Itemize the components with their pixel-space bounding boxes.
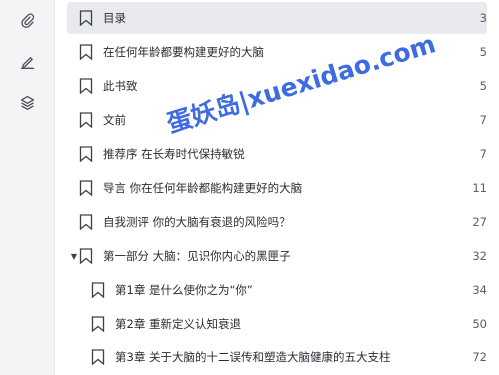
bookmark-icon[interactable] xyxy=(79,44,93,60)
annotate-button[interactable] xyxy=(12,47,42,75)
toc-item-label: 自我测评 你的大脑有衰退的风险吗？ xyxy=(103,215,291,229)
toc-item-label: 第3章 关于大脑的十二误传和塑造大脑健康的五大支柱 xyxy=(115,350,391,364)
toc-item-page: 27 xyxy=(472,215,487,229)
toc-item-page: 72 xyxy=(472,350,487,364)
bookmark-icon[interactable] xyxy=(79,112,93,128)
toc-item-page: 3 xyxy=(479,11,487,25)
toc-item-page: 5 xyxy=(479,45,487,59)
toc-subitem[interactable]: 第3章 关于大脑的十二误传和塑造大脑健康的五大支柱 72 xyxy=(67,341,487,373)
bookmark-icon[interactable] xyxy=(79,78,93,94)
table-of-contents: 目录 3 在任何年龄都要构建更好的大脑 5 此书致 5 文前 7 推荐序 在长寿… xyxy=(55,0,499,375)
toc-item-label: 第1章 是什么使你之为“你” xyxy=(115,283,253,297)
toc-item-label: 文前 xyxy=(103,113,126,127)
toc-item-label: 导言 你在任何年龄都能构建更好的大脑 xyxy=(103,181,303,195)
bookmark-icon[interactable] xyxy=(79,214,93,230)
attachment-button[interactable] xyxy=(12,6,42,34)
toc-item[interactable]: 推荐序 在长寿时代保持敏锐 7 xyxy=(67,138,487,170)
layers-icon xyxy=(20,95,34,110)
toc-item-page: 5 xyxy=(479,79,487,93)
toc-item-label: 目录 xyxy=(103,11,126,25)
toc-item-label: 第一部分 大脑：见识你内心的黑匣子 xyxy=(103,249,291,263)
bookmark-icon[interactable] xyxy=(91,316,105,332)
bookmark-icon[interactable] xyxy=(79,146,93,162)
bookmark-icon[interactable] xyxy=(79,248,93,264)
toc-item-page: 7 xyxy=(479,147,487,161)
toc-item[interactable]: 导言 你在任何年龄都能构建更好的大脑 11 xyxy=(67,172,487,204)
toc-item-page: 32 xyxy=(472,249,487,263)
toc-item-label: 推荐序 在长寿时代保持敏锐 xyxy=(103,147,245,161)
toc-item[interactable]: 自我测评 你的大脑有衰退的风险吗？ 27 xyxy=(67,206,487,238)
paperclip-icon xyxy=(20,12,34,28)
bookmark-icon[interactable] xyxy=(79,10,93,26)
toc-item-page: 34 xyxy=(472,283,487,297)
expand-caret-icon[interactable]: ▼ xyxy=(70,252,78,261)
bookmark-icon[interactable] xyxy=(79,180,93,196)
toc-section[interactable]: ▼ 第一部分 大脑：见识你内心的黑匣子 32 xyxy=(67,240,487,272)
bookmark-icon[interactable] xyxy=(91,282,105,298)
toc-item-label: 在任何年龄都要构建更好的大脑 xyxy=(103,45,264,59)
toc-item-page: 11 xyxy=(472,181,487,195)
reader-app: 目录 3 在任何年龄都要构建更好的大脑 5 此书致 5 文前 7 推荐序 在长寿… xyxy=(0,0,499,375)
layers-button[interactable] xyxy=(12,88,42,116)
bookmark-icon[interactable] xyxy=(91,349,105,365)
toc-item-page: 50 xyxy=(472,317,487,331)
toc-subitem[interactable]: 第2章 重新定义认知衰退 50 xyxy=(67,308,487,340)
toc-item-label: 第2章 重新定义认知衰退 xyxy=(115,317,241,331)
toc-item-label: 此书致 xyxy=(103,79,138,93)
toc-item-page: 7 xyxy=(479,113,487,127)
toc-subitem[interactable]: 第1章 是什么使你之为“你” 34 xyxy=(67,274,487,306)
pen-icon xyxy=(20,56,34,69)
side-rail xyxy=(0,0,55,375)
toc-item[interactable]: 文前 7 xyxy=(67,104,487,136)
